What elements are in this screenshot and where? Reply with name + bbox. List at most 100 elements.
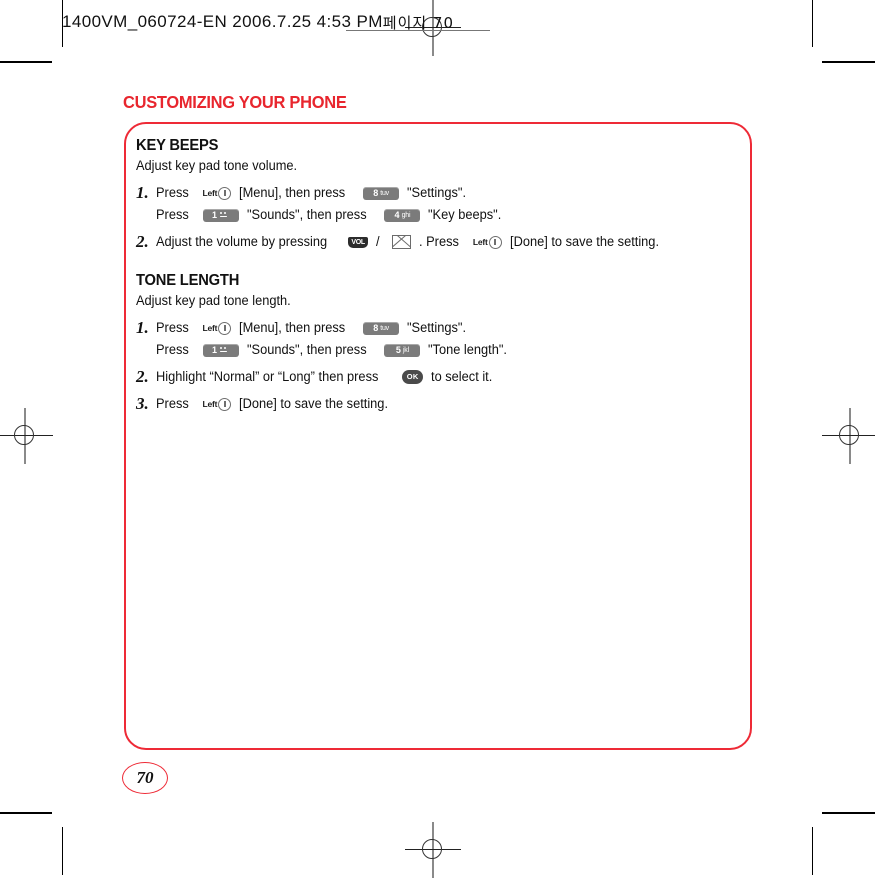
registration-circle	[14, 425, 34, 445]
step-line: Press Left [Done] to save the setting.	[156, 393, 736, 415]
step-text: Press	[156, 320, 189, 335]
crop-mark-top-left-horizontal	[0, 61, 52, 63]
left-soft-key-icon: Left	[473, 231, 502, 253]
soft-key-graphic: Left	[203, 182, 232, 204]
keypad-key-letters: tuv	[380, 189, 389, 197]
step-number: 3.	[136, 394, 149, 413]
soft-key-label: Left	[472, 237, 488, 247]
keypad-key-digit: 5	[395, 344, 401, 355]
voicemail-glyph	[219, 211, 229, 220]
step-text: "Key beeps".	[428, 207, 502, 222]
left-soft-key-icon: Left	[203, 182, 232, 204]
voicemail-glyph	[219, 346, 229, 355]
crop-mark-bottom-right-horizontal	[822, 812, 875, 814]
step-text: /	[376, 234, 380, 249]
keypad-key-graphic: 5 jkl	[384, 343, 421, 357]
step-number: 1.	[136, 318, 149, 337]
volume-key-graphic: VOL	[348, 236, 369, 248]
step-line: Press Left [Menu], then press 8 tuv "Settings…	[156, 317, 736, 339]
registration-mark-bottom	[405, 822, 461, 878]
step-text: "Settings".	[407, 185, 467, 200]
step-text: [Done] to save the setting.	[239, 396, 389, 411]
step-text: [Menu], then press	[239, 185, 346, 200]
section-subtitle: Adjust key pad tone volume.	[136, 158, 298, 173]
print-file-info-rule	[346, 30, 490, 32]
step-line: Press 1 "Sounds", then press 4 ghi "Key beeps…	[156, 204, 736, 226]
crop-mark-bottom-right-vertical	[812, 827, 814, 875]
keypad-key-8-tuv-icon: 8 tuv	[363, 321, 400, 335]
section-heading: TONE LENGTH	[136, 272, 240, 289]
keypad-key-1-voicemail-icon: 1	[202, 208, 239, 222]
step-text: . Press	[418, 234, 459, 249]
step-number: 2.	[136, 232, 149, 251]
ok-key-graphic: OK	[402, 370, 424, 384]
keypad-key-graphic: 1	[202, 343, 239, 357]
step-body: Press Left [Menu], then press 8 tuv "Settings…	[156, 182, 736, 226]
keypad-key-digit: 8	[373, 187, 379, 198]
envelope-key-graphic	[391, 235, 411, 249]
step-number: 2.	[136, 367, 149, 386]
message-envelope-key-icon	[391, 235, 411, 249]
step-text: "Sounds", then press	[246, 342, 367, 357]
instruction-step: 1. Press Left [Menu], then press 8 tuv "Settin…	[136, 182, 736, 226]
keypad-key-4-ghi-icon: 4 ghi	[384, 208, 421, 222]
ok-key-icon: OK	[402, 370, 424, 384]
keypad-key-letters: tuv	[380, 324, 389, 332]
keypad-key-graphic: 8 tuv	[363, 321, 400, 335]
step-body: Press Left [Menu], then press 8 tuv "Settings…	[156, 317, 736, 361]
step-text: Press	[156, 342, 189, 357]
section-subtitle: Adjust key pad tone length.	[136, 293, 291, 308]
keypad-key-graphic: 1	[202, 208, 239, 222]
soft-key-ring	[488, 235, 502, 249]
keypad-key-letters: jkl	[402, 346, 409, 354]
crop-mark-bottom-left-vertical	[62, 827, 64, 875]
keypad-key-digit: 1	[212, 209, 218, 220]
step-line: Adjust the volume by pressing VOL / . Press…	[156, 231, 736, 253]
keypad-key-5-jkl-icon: 5 jkl	[384, 343, 421, 357]
page-number: 70	[136, 768, 154, 787]
registration-mark-right	[822, 408, 875, 464]
step-text: [Done] to save the setting.	[509, 234, 659, 249]
step-text: to select it.	[431, 369, 493, 384]
keypad-key-graphic: 4 ghi	[384, 208, 421, 222]
registration-circle	[422, 839, 442, 859]
instruction-step: 2. Highlight “Normal” or “Long” then pres…	[136, 366, 736, 388]
volume-key-icon: VOL	[348, 236, 369, 248]
crop-mark-top-right-vertical	[812, 0, 814, 47]
soft-key-ring	[218, 186, 232, 200]
ok-key-label: OK	[406, 372, 419, 381]
print-file-info-strip: 1400VM_060724-EN 2006.7.25 4:53 PM 페이지 7…	[62, 8, 454, 36]
instruction-step: 3. Press Left [Done] to save the setting.	[136, 393, 736, 415]
soft-key-graphic: Left	[203, 393, 232, 415]
soft-key-label: Left	[202, 323, 218, 333]
step-line: Highlight “Normal” or “Long” then press O…	[156, 366, 736, 388]
soft-key-graphic: Left	[473, 231, 502, 253]
step-text: Press	[156, 396, 189, 411]
registration-circle	[839, 425, 859, 445]
keypad-key-digit: 8	[373, 322, 379, 333]
step-text: "Sounds", then press	[246, 207, 367, 222]
step-body: Press Left [Done] to save the setting.	[156, 393, 736, 415]
step-text: Highlight “Normal” or “Long” then press	[156, 369, 379, 384]
keypad-key-letters: ghi	[401, 211, 411, 219]
keypad-key-digit: 1	[212, 344, 218, 355]
print-file-info-text: 1400VM_060724-EN 2006.7.25 4:53 PM	[62, 12, 383, 31]
step-text: "Settings".	[407, 320, 467, 335]
step-number: 1.	[136, 183, 149, 202]
soft-key-ring	[218, 397, 232, 411]
crop-mark-top-right-horizontal	[822, 61, 875, 63]
step-line: Press Left [Menu], then press 8 tuv "Settings…	[156, 182, 736, 204]
keypad-key-graphic: 8 tuv	[363, 186, 400, 200]
instruction-step: 1. Press Left [Menu], then press 8 tuv "Settin…	[136, 317, 736, 361]
step-text: Press	[156, 185, 189, 200]
soft-key-label: Left	[202, 188, 218, 198]
step-text: Press	[156, 207, 189, 222]
step-body: Adjust the volume by pressing VOL / . Press…	[156, 231, 736, 253]
volume-key-label: VOL	[351, 238, 365, 246]
page-number-badge: 70	[122, 762, 168, 794]
registration-mark-left	[0, 408, 53, 464]
soft-key-graphic: Left	[203, 317, 232, 339]
soft-key-label: Left	[202, 399, 218, 409]
keypad-key-1-voicemail-icon: 1	[202, 343, 239, 357]
